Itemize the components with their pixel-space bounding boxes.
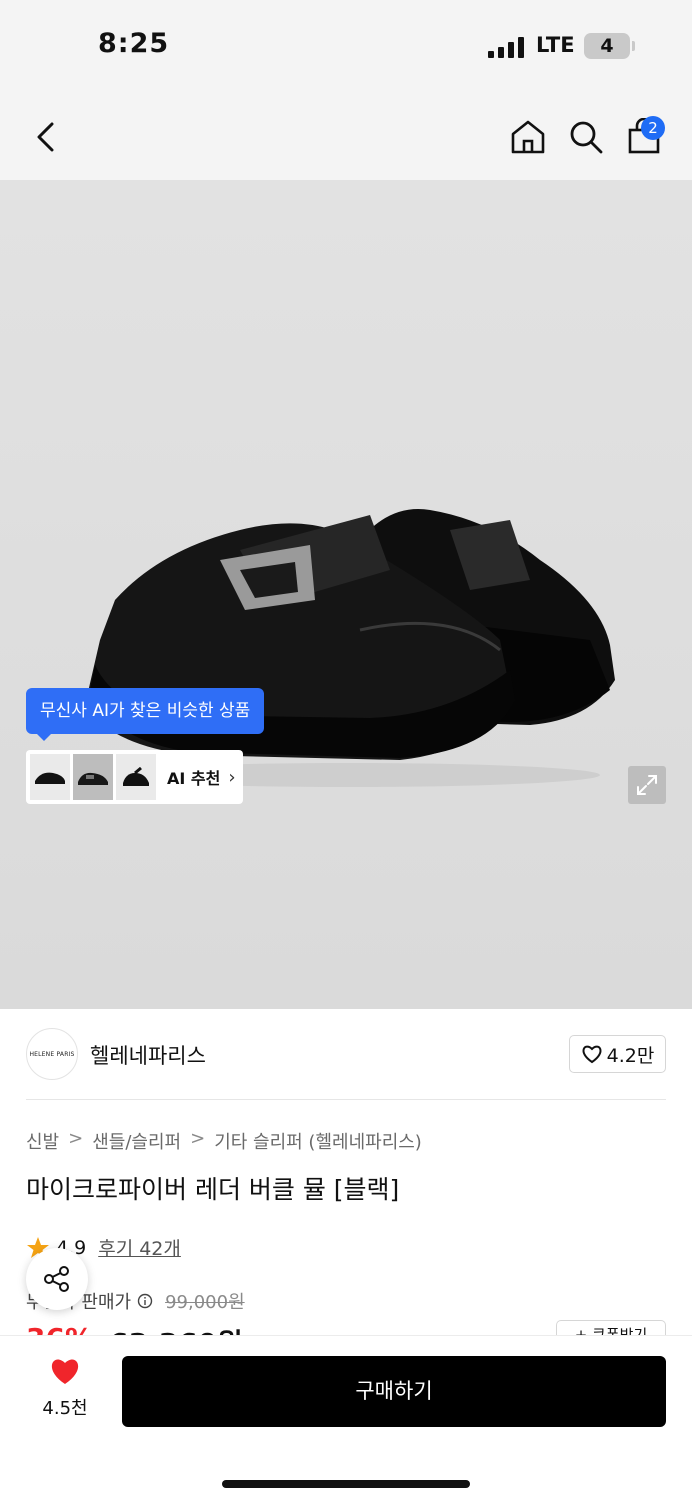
share-icon [44, 1266, 69, 1292]
product-shoe-image [85, 509, 615, 787]
ai-thumb-1[interactable] [30, 754, 70, 800]
cart-count-badge: 2 [641, 116, 665, 140]
breadcrumb-item[interactable]: 신발 [26, 1128, 59, 1154]
brand-row[interactable]: HELENE PARIS 헬레네파리스 4.2만 [0, 1009, 692, 1101]
brand-like-button[interactable]: 4.2만 [569, 1035, 666, 1073]
network-label: LTE [536, 33, 575, 57]
ai-similar-tooltip[interactable]: 무신사 AI가 찾은 비슷한 상품 [26, 688, 265, 734]
heart-filled-icon [51, 1359, 79, 1384]
bottom-action-bar: 4.5천 구매하기 [0, 1335, 692, 1500]
brand-like-count: 4.2만 [606, 1044, 655, 1067]
ai-recommend-label[interactable]: AI 추천 [167, 765, 220, 789]
ai-thumb-2[interactable] [73, 754, 113, 800]
original-price: 99,000원 [165, 1292, 245, 1313]
brand-logo[interactable]: HELENE PARIS [26, 1028, 78, 1080]
ai-thumb-3[interactable] [116, 754, 156, 800]
wishlist-button[interactable]: 4.5천 [30, 1356, 100, 1420]
divider [26, 1099, 666, 1100]
back-icon[interactable] [34, 120, 58, 158]
signal-icon [488, 36, 524, 58]
heart-outline-icon [582, 1045, 602, 1064]
expand-icon[interactable] [628, 766, 666, 804]
battery-icon: 4 [584, 33, 630, 59]
buy-button[interactable]: 구매하기 [122, 1356, 666, 1427]
product-image[interactable] [0, 180, 692, 1009]
breadcrumb-separator: > [68, 1128, 84, 1149]
product-title: 마이크로파이버 레더 버클 뮬 [블랙] [26, 1175, 400, 1204]
breadcrumb: 신발 > 샌들/슬리퍼 > 기타 슬리퍼 (헬레네파리스) [26, 1128, 422, 1154]
status-bar: 8:25 LTE 4 [0, 0, 692, 96]
share-button[interactable] [26, 1248, 88, 1310]
search-icon[interactable] [567, 118, 605, 160]
sale-price-row: 36% 63,360원 [26, 1322, 243, 1336]
review-count-link[interactable]: 후기 42개 [98, 1234, 181, 1261]
home-icon[interactable] [509, 118, 547, 160]
sale-price: 63,360원 [109, 1322, 243, 1336]
breadcrumb-item[interactable]: 샌들/슬리퍼 [92, 1128, 181, 1154]
status-time: 8:25 [98, 28, 170, 59]
ai-tooltip-tail [36, 733, 52, 741]
home-indicator [222, 1480, 470, 1488]
wishlist-count: 4.5천 [42, 1398, 88, 1419]
breadcrumb-separator: > [190, 1128, 206, 1149]
battery-tip [632, 41, 635, 51]
breadcrumb-item[interactable]: 기타 슬리퍼 (헬레네파리스) [214, 1128, 422, 1154]
chevron-right-icon: › [228, 766, 236, 788]
info-icon[interactable] [137, 1293, 153, 1309]
discount-rate: 36% [26, 1322, 93, 1336]
ai-recommend-strip[interactable]: AI 추천 › [26, 750, 243, 804]
brand-name[interactable]: 헬레네파리스 [90, 1040, 206, 1070]
